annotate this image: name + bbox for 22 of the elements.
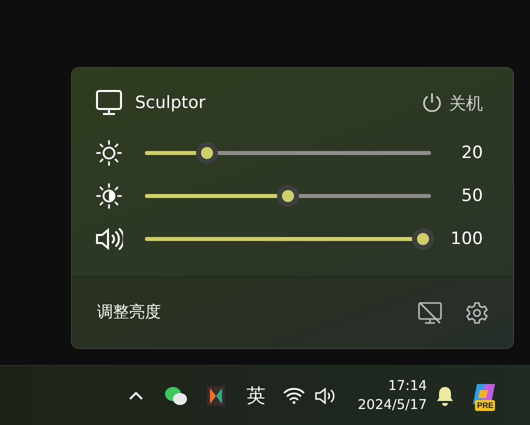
power-icon (421, 92, 443, 114)
input-method-indicator[interactable]: 英 (236, 376, 276, 416)
slider[interactable] (145, 184, 431, 206)
slider-thumb[interactable] (196, 142, 218, 164)
display-off-button[interactable] (417, 300, 443, 326)
caret-icon (129, 390, 143, 400)
slider[interactable] (145, 228, 431, 250)
contrast-icon (95, 182, 123, 210)
brightness-icon (95, 138, 123, 166)
copilot-button[interactable]: PRE (465, 376, 505, 416)
clock[interactable]: 17:14 2024/5/17 (346, 376, 430, 414)
monitor-icon (95, 89, 123, 117)
monitor-name: Sculptor (135, 93, 206, 113)
slider-value: 100 (450, 228, 483, 248)
footer-label: 调整亮度 (97, 302, 162, 323)
slider-value: 50 (460, 186, 483, 206)
slider-thumb[interactable] (412, 228, 434, 250)
slider-thumb[interactable] (277, 184, 299, 206)
slider[interactable] (145, 142, 431, 164)
slider-value: 20 (460, 142, 483, 162)
settings-button[interactable] (465, 300, 489, 324)
power-off-button[interactable]: 关机 (421, 92, 483, 114)
